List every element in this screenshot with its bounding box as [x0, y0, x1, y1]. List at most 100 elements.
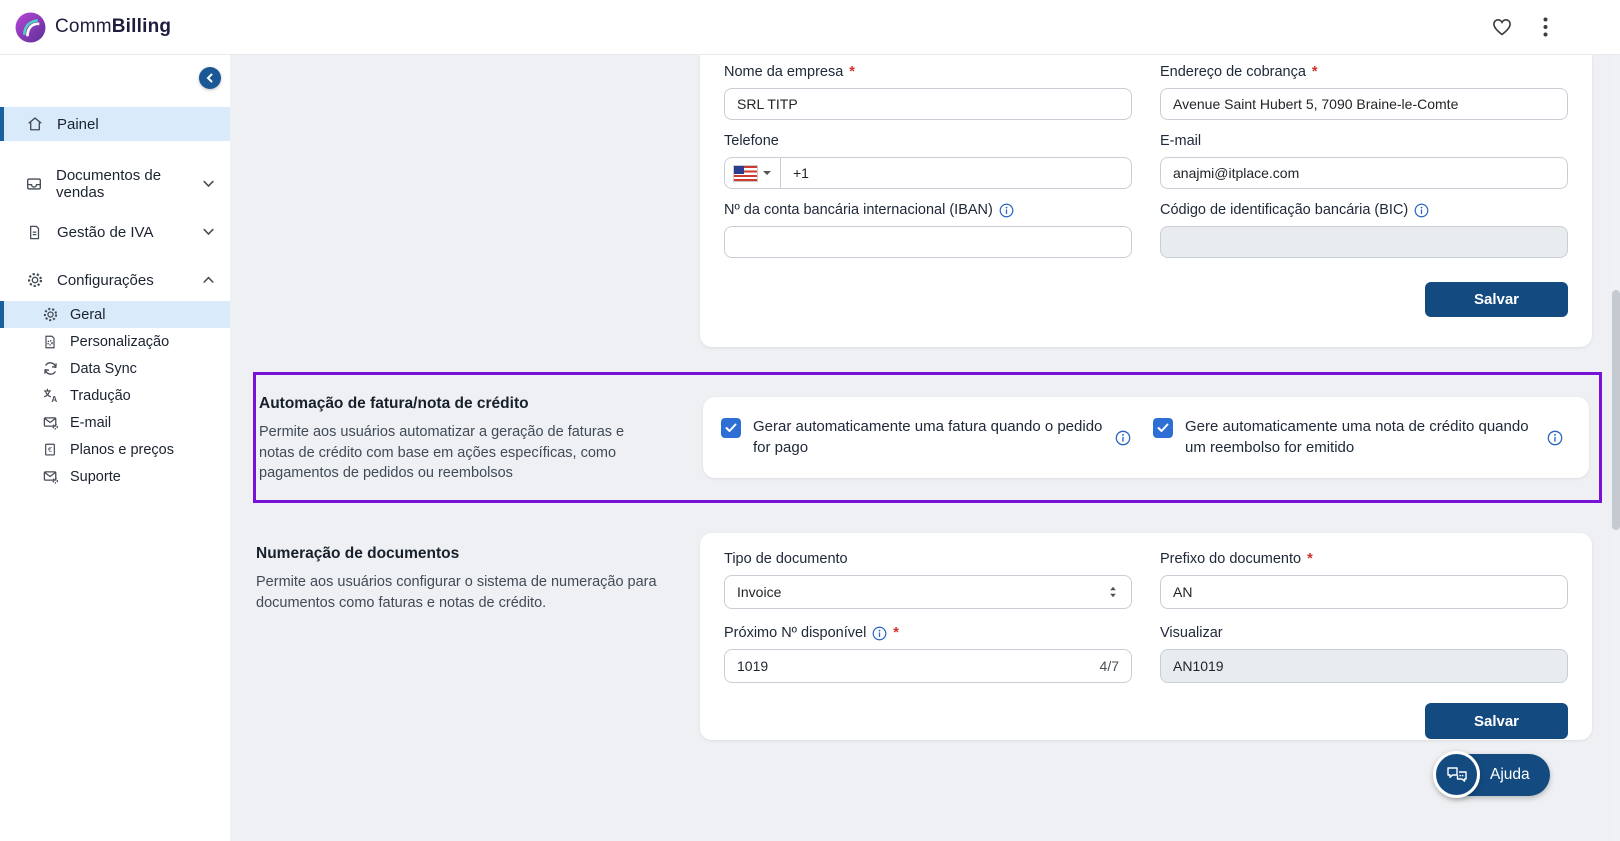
sidebar-item-documentos-de-vendas[interactable]: Documentos de vendas [0, 167, 230, 201]
email-label: E-mail [1160, 133, 1202, 149]
email-field[interactable] [1160, 157, 1568, 189]
char-counter: 4/7 [1099, 658, 1119, 674]
info-icon[interactable] [872, 626, 887, 641]
us-flag-icon [733, 164, 758, 182]
numbering-card: Tipo de documento Invoice Prefixo do doc… [700, 533, 1592, 740]
automation-card: Gerar automaticamente uma fatura quando … [703, 397, 1589, 478]
favorites-heart-icon[interactable] [1491, 16, 1513, 38]
numbering-section: Numeração de documentos Permite aos usuá… [253, 533, 1602, 740]
sidebar-item-label: Documentos de vendas [56, 167, 162, 201]
required-asterisk: * [1307, 551, 1313, 567]
scrollbar-thumb[interactable] [1612, 290, 1620, 530]
phone-field [724, 157, 1132, 189]
required-asterisk: * [1311, 64, 1318, 80]
gear-icon [25, 271, 44, 289]
auto-credit-note-checkbox[interactable] [1153, 418, 1173, 439]
gear-icon [41, 306, 59, 323]
sidebar-item-email[interactable]: E-mail [0, 409, 230, 436]
next-number-value: 1019 [737, 658, 769, 674]
next-number-field[interactable]: 1019 4/7 [724, 649, 1132, 683]
sidebar-item-data-sync[interactable]: Data Sync [0, 355, 230, 382]
company-name-label: Nome da empresa * [724, 64, 855, 80]
iban-label: Nº da conta bancária internacional (IBAN… [724, 200, 1132, 220]
sidebar-item-label: Configurações [57, 271, 154, 289]
company-form-card: Nome da empresa* Endereço de cobrança* T… [700, 55, 1592, 347]
check-icon [725, 423, 737, 433]
save-button[interactable]: Salvar [1425, 282, 1568, 317]
mail-gear-icon [41, 414, 59, 431]
checkbox-label: Gerar automaticamente uma fatura quando … [753, 418, 1103, 456]
sidebar-item-label: Suporte [70, 468, 121, 485]
iban-field[interactable] [724, 226, 1132, 258]
sync-icon [41, 360, 59, 377]
main-content: Nome da empresa* Endereço de cobrança* T… [230, 55, 1620, 841]
checkbox-label: Gere automaticamente uma nota de crédito… [1185, 418, 1529, 456]
sidebar-item-gestao-de-iva[interactable]: Gestão de IVA [0, 215, 230, 249]
bic-label: Código de identificação bancária (BIC) [1160, 200, 1568, 220]
automation-section: Automação de fatura/nota de crédito Perm… [253, 372, 1602, 503]
country-code-dropdown[interactable] [725, 158, 781, 188]
save-button[interactable]: Salvar [1425, 703, 1568, 739]
check-icon [1157, 423, 1169, 433]
translate-icon: A [41, 387, 59, 404]
section-description: Permite aos usuários configurar o sistem… [256, 574, 657, 611]
company-form-section: Nome da empresa* Endereço de cobrança* T… [253, 55, 1602, 347]
sidebar-item-label: Geral [70, 306, 106, 323]
section-title: Automação de fatura/nota de crédito [259, 395, 529, 412]
sidebar-nav: Painel Documentos de vendas Gestão de IV… [0, 107, 230, 490]
sidebar-item-suporte[interactable]: Suporte [0, 463, 230, 490]
auto-invoice-option: Gerar automaticamente uma fatura quando … [721, 417, 1131, 458]
info-icon[interactable] [1414, 203, 1429, 218]
phone-number-field[interactable] [781, 165, 1131, 181]
kebab-menu-icon[interactable] [1543, 17, 1548, 37]
auto-invoice-checkbox[interactable] [721, 418, 741, 439]
svg-text:€: € [48, 444, 52, 453]
file-gear-icon [41, 334, 59, 350]
sidebar-item-traducao[interactable]: A Tradução [0, 382, 230, 409]
doc-type-select[interactable]: Invoice [724, 575, 1132, 609]
chat-bubbles-icon [1433, 751, 1480, 798]
sidebar-item-configuracoes[interactable]: Configurações [0, 263, 230, 297]
caret-down-icon [763, 171, 771, 179]
prefix-label: Prefixo do documento * [1160, 551, 1313, 567]
info-icon[interactable] [1115, 430, 1131, 446]
sidebar-item-label: Planos e preços [70, 441, 174, 458]
prefix-field[interactable] [1160, 575, 1568, 609]
app-header: CommBilling [0, 0, 1620, 55]
info-icon[interactable] [1547, 430, 1563, 446]
sidebar-item-personalizacao[interactable]: Personalização [0, 328, 230, 355]
select-arrows-icon [1110, 586, 1116, 598]
home-icon [25, 115, 44, 133]
sidebar-item-planos-e-precos[interactable]: € Planos e preços [0, 436, 230, 463]
sidebar-item-label: Data Sync [70, 360, 137, 377]
sidebar-collapse-button[interactable] [199, 67, 221, 89]
sidebar-item-geral[interactable]: Geral [0, 301, 230, 328]
sidebar-item-label: Personalização [70, 333, 170, 350]
auto-credit-note-option: Gere automaticamente uma nota de crédito… [1153, 417, 1563, 458]
sidebar-item-label: E-mail [70, 414, 112, 431]
preview-field [1160, 649, 1568, 683]
receipt-euro-icon: € [41, 442, 59, 458]
sidebar-item-painel[interactable]: Painel [0, 107, 230, 141]
bic-field [1160, 226, 1568, 258]
doc-type-label: Tipo de documento [724, 551, 848, 567]
preview-label: Visualizar [1160, 625, 1223, 641]
chevron-up-icon [203, 276, 214, 284]
settings-submenu: Geral Personalização Data Sync A Traduçã… [0, 301, 230, 490]
svg-text:A: A [51, 395, 57, 404]
required-asterisk: * [849, 64, 855, 80]
help-button[interactable]: Ajuda [1433, 751, 1550, 798]
brand-logo: CommBilling [14, 11, 171, 44]
scrollbar-track [1612, 55, 1620, 841]
section-title: Numeração de documentos [256, 545, 460, 562]
sidebar-item-label: Tradução [70, 387, 131, 404]
sidebar-item-label: Painel [57, 115, 99, 133]
company-name-field[interactable] [724, 88, 1132, 120]
billing-address-label: Endereço de cobrança * [1160, 64, 1318, 80]
info-icon[interactable] [999, 203, 1014, 218]
sidebar: Painel Documentos de vendas Gestão de IV… [0, 55, 230, 841]
commbilling-logo-icon [14, 11, 47, 44]
document-icon [25, 224, 44, 241]
sidebar-item-label: Gestão de IVA [57, 223, 154, 241]
billing-address-field[interactable] [1160, 88, 1568, 120]
